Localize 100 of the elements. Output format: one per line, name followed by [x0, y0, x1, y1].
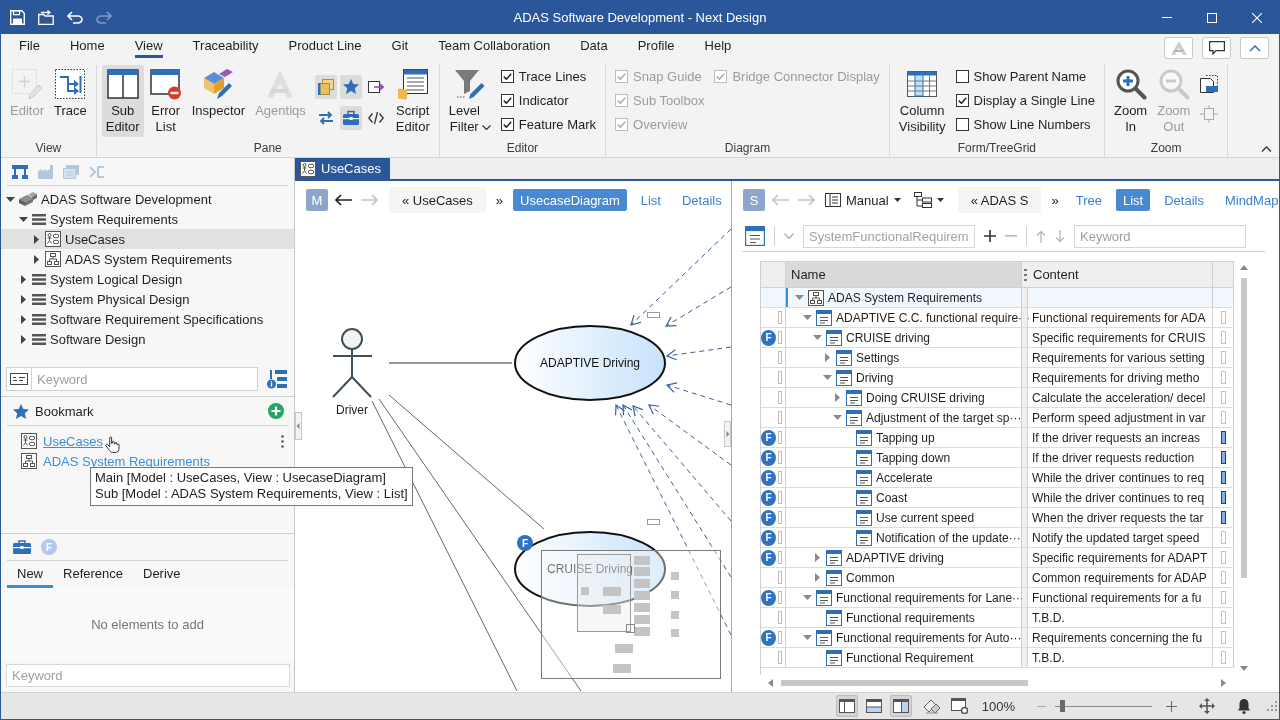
display-mode-tab[interactable]: Details — [675, 189, 729, 211]
checkbox[interactable] — [500, 93, 514, 107]
feature-badge: F — [761, 469, 776, 486]
menu-tab[interactable]: Git — [391, 34, 409, 58]
caret-right-icon[interactable] — [21, 334, 26, 344]
requirement-name: Accelerate — [876, 470, 933, 485]
tree-item[interactable]: UseCases — [1, 229, 294, 249]
requirement-class-icon[interactable] — [745, 226, 765, 246]
fit-page-icon[interactable] — [1200, 75, 1219, 93]
tree-item[interactable]: Software Design — [1, 329, 294, 349]
ribbon-dropdown[interactable]: Level Filter — [444, 65, 495, 137]
checkbox[interactable] — [955, 117, 969, 131]
scrollbar-thumb[interactable] — [781, 680, 1028, 686]
ribbon-button[interactable]: Zoom In — [1109, 65, 1152, 137]
tree-item[interactable]: System Requirements — [1, 209, 294, 229]
undo-icon[interactable] — [67, 11, 83, 24]
search-field[interactable]: Keyword — [32, 367, 258, 391]
scroll-up-icon[interactable] — [1240, 265, 1248, 270]
display-mode-tab[interactable]: UsecaseDiagram — [513, 189, 627, 211]
scroll-down-icon[interactable] — [1240, 666, 1248, 671]
search-field[interactable]: Keyword — [6, 664, 290, 687]
overflow-button[interactable]: » — [1048, 192, 1062, 208]
scroll-right-icon[interactable] — [1221, 679, 1226, 687]
menu-tab[interactable]: File — [19, 34, 40, 58]
scroll-left-icon[interactable] — [768, 679, 773, 687]
document-tab[interactable]: UseCases — [295, 158, 390, 179]
close-icon[interactable] — [1251, 12, 1262, 23]
redo-icon[interactable] — [96, 11, 112, 24]
slider-thumb[interactable] — [1059, 700, 1065, 712]
plus-icon[interactable] — [1166, 700, 1177, 712]
checkbox[interactable] — [955, 69, 969, 83]
caret-right-icon[interactable] — [21, 274, 26, 284]
display-mode-tab[interactable]: Details — [1157, 189, 1211, 211]
toolbox-icon[interactable] — [13, 540, 31, 554]
menu-tab[interactable]: Home — [69, 34, 105, 58]
tree-list-icon[interactable] — [267, 369, 287, 389]
feedback-button[interactable] — [1202, 37, 1231, 59]
more-icon[interactable] — [281, 434, 284, 448]
caret-down-icon[interactable] — [19, 216, 28, 222]
display-mode-tab[interactable]: Tree — [1068, 189, 1109, 211]
panel-left-icon — [838, 699, 855, 713]
collapse-handle[interactable] — [295, 412, 302, 440]
sub-editor-badge: S — [743, 189, 765, 211]
caret-right-icon[interactable] — [21, 294, 26, 304]
search-field[interactable]: Keyword — [1074, 224, 1246, 248]
folder-arrow-icon[interactable] — [38, 10, 54, 25]
scrollbar-thumb[interactable] — [1241, 278, 1247, 578]
caret-right-icon[interactable] — [34, 234, 39, 244]
display-mode-tab[interactable]: List — [633, 189, 668, 211]
feature-badge: F — [517, 535, 533, 551]
ribbon-button[interactable]: Error List — [145, 65, 186, 137]
move-arrows-icon[interactable] — [1199, 698, 1215, 714]
ribbon-button[interactable]: Trace — [49, 65, 91, 137]
window-gear-icon[interactable] — [950, 698, 968, 714]
toggle-button[interactable] — [339, 75, 362, 99]
collapse-handle[interactable] — [724, 421, 731, 447]
caret-right-icon[interactable] — [21, 314, 26, 324]
plus-icon[interactable] — [984, 230, 996, 242]
breadcrumb-button[interactable]: « ADAS S — [957, 187, 1042, 213]
display-mode-tab[interactable]: List — [1115, 189, 1151, 211]
panel-tab[interactable]: Derive — [133, 561, 191, 588]
menu-tab[interactable]: Traceability — [192, 34, 259, 58]
tree-item[interactable]: ADAS System Requirements — [1, 249, 294, 269]
menu-tab[interactable]: Data — [580, 34, 608, 58]
layout-toggle[interactable] — [835, 695, 858, 717]
menu-tab[interactable]: Team Collaboration — [438, 34, 551, 58]
overflow-button[interactable]: » — [492, 192, 507, 208]
back-arrow-icon[interactable] — [335, 194, 353, 206]
bell-icon[interactable] — [1237, 698, 1251, 714]
tree-item[interactable]: Software Requirement Specifications — [1, 309, 294, 329]
eraser-icon[interactable] — [922, 698, 941, 714]
checkbox[interactable] — [500, 69, 514, 83]
ribbon-button[interactable]: Inspector — [187, 65, 250, 137]
menu-tab[interactable]: Help — [704, 34, 732, 58]
checkbox[interactable] — [955, 93, 969, 107]
tree-item[interactable]: System Physical Design — [1, 289, 294, 309]
menu-tab[interactable]: Product Line — [288, 34, 362, 58]
tree-item[interactable]: ADAS Software Development — [1, 189, 294, 209]
menu-tab[interactable]: Profile — [637, 34, 675, 58]
menu-tab[interactable]: View — [134, 34, 163, 58]
layout-dropdown[interactable]: Manual — [822, 192, 904, 208]
tree-layout-icon[interactable] — [12, 164, 28, 179]
breadcrumb-button[interactable]: « UseCases — [389, 187, 486, 213]
tree-item[interactable]: System Logical Design — [1, 269, 294, 289]
chevron-up-icon[interactable] — [1261, 146, 1272, 152]
caret-down-icon[interactable] — [6, 196, 15, 202]
checkbox[interactable] — [500, 117, 514, 131]
layout-toggle[interactable] — [889, 695, 912, 717]
ribbon-button[interactable]: Column Visibility — [894, 65, 950, 137]
toggle-button[interactable] — [339, 106, 362, 130]
toggle-button[interactable] — [314, 75, 337, 99]
panel-tab[interactable]: Reference — [53, 561, 133, 588]
ribbon-button[interactable]: Sub Editor — [101, 65, 144, 137]
minimize-icon[interactable] — [1161, 17, 1172, 18]
ribbon-button[interactable]: Script Editor — [391, 65, 434, 137]
caret-right-icon[interactable] — [34, 254, 39, 264]
display-mode-tab[interactable]: MindMap — [1217, 189, 1279, 211]
add-circle-icon[interactable] — [268, 403, 284, 419]
text-box-icon[interactable] — [6, 367, 32, 391]
maximize-icon[interactable] — [1206, 12, 1217, 23]
